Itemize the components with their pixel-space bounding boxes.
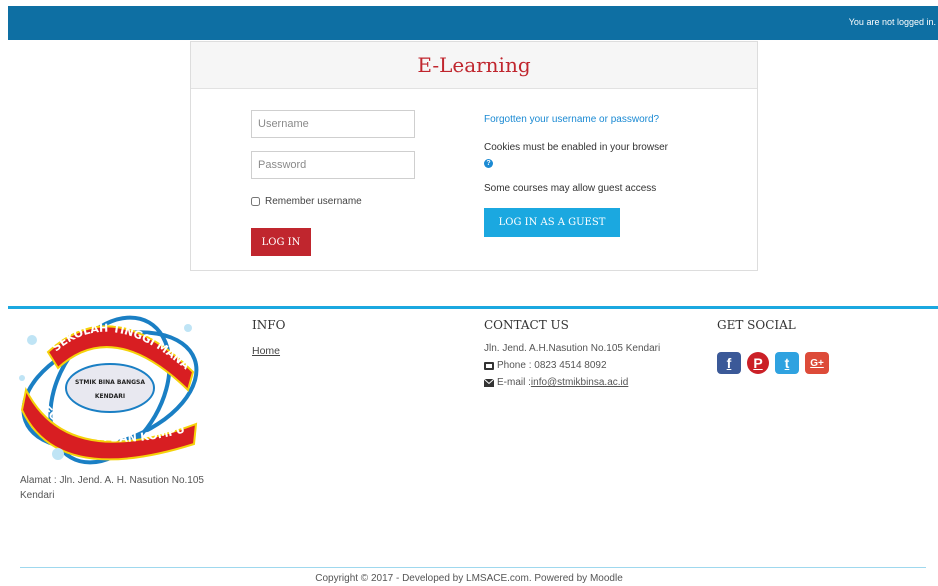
social-icons: f P t G+ <box>717 352 829 374</box>
envelope-icon <box>484 378 494 387</box>
google-plus-icon[interactable]: G+ <box>805 352 829 374</box>
login-button[interactable]: LOG IN <box>251 228 311 256</box>
footer-address: Alamat : Jln. Jend. A. H. Nasution No.10… <box>20 475 204 501</box>
remember-username-checkbox[interactable] <box>251 197 260 206</box>
login-header: E-Learning <box>191 42 757 89</box>
username-input[interactable] <box>251 110 415 138</box>
footer-divider <box>8 306 938 309</box>
twitter-icon[interactable]: t <box>775 352 799 374</box>
facebook-icon[interactable]: f <box>717 352 741 374</box>
contact-email: E-mail : info@stmikbinsa.ac.id <box>484 377 628 388</box>
forgot-password-link[interactable]: Forgotten your username or password? <box>484 114 659 125</box>
logo-center-text: STMIK BINA BANGSA <box>75 379 145 386</box>
contact-heading: CONTACT US <box>484 318 569 332</box>
login-status-text: You are not logged in. <box>848 17 936 27</box>
contact-phone-text: Phone : 0823 4514 8092 <box>497 360 607 371</box>
bottom-divider <box>20 567 926 568</box>
contact-address: Jln. Jend. A.H.Nasution No.105 Kendari <box>484 343 661 354</box>
guest-login-button[interactable]: LOG IN AS A GUEST <box>484 208 620 237</box>
social-heading: GET SOCIAL <box>717 318 796 332</box>
pinterest-icon[interactable]: P <box>747 352 769 374</box>
home-link[interactable]: Home <box>252 345 280 357</box>
info-heading: INFO <box>252 318 286 332</box>
remember-username-label: Remember username <box>265 196 362 207</box>
contact-phone: Phone : 0823 4514 8092 <box>484 360 607 371</box>
guest-access-notice: Some courses may allow guest access <box>484 183 657 194</box>
password-input[interactable] <box>251 151 415 179</box>
logo-city-text: KENDARI <box>95 393 125 400</box>
remember-username[interactable]: Remember username <box>251 196 362 207</box>
phone-icon <box>484 361 494 370</box>
copyright-text: Copyright © 2017 - Developed by LMSACE.c… <box>315 573 623 584</box>
email-link[interactable]: info@stmikbinsa.ac.id <box>531 377 628 388</box>
contact-email-label: E-mail : <box>497 377 531 388</box>
top-navbar: You are not logged in. <box>8 6 938 40</box>
stmik-bina-bangsa-logo: SEKOLAH TINGGI MANAJEMEN INFORMATIKA DAN… <box>18 312 199 465</box>
question-circle-icon[interactable]: ? <box>484 159 493 168</box>
login-panel: E-Learning Remember username LOG IN Forg… <box>190 41 758 271</box>
cookies-notice: Cookies must be enabled in your browser <box>484 142 668 153</box>
page-title: E-Learning <box>417 53 531 77</box>
